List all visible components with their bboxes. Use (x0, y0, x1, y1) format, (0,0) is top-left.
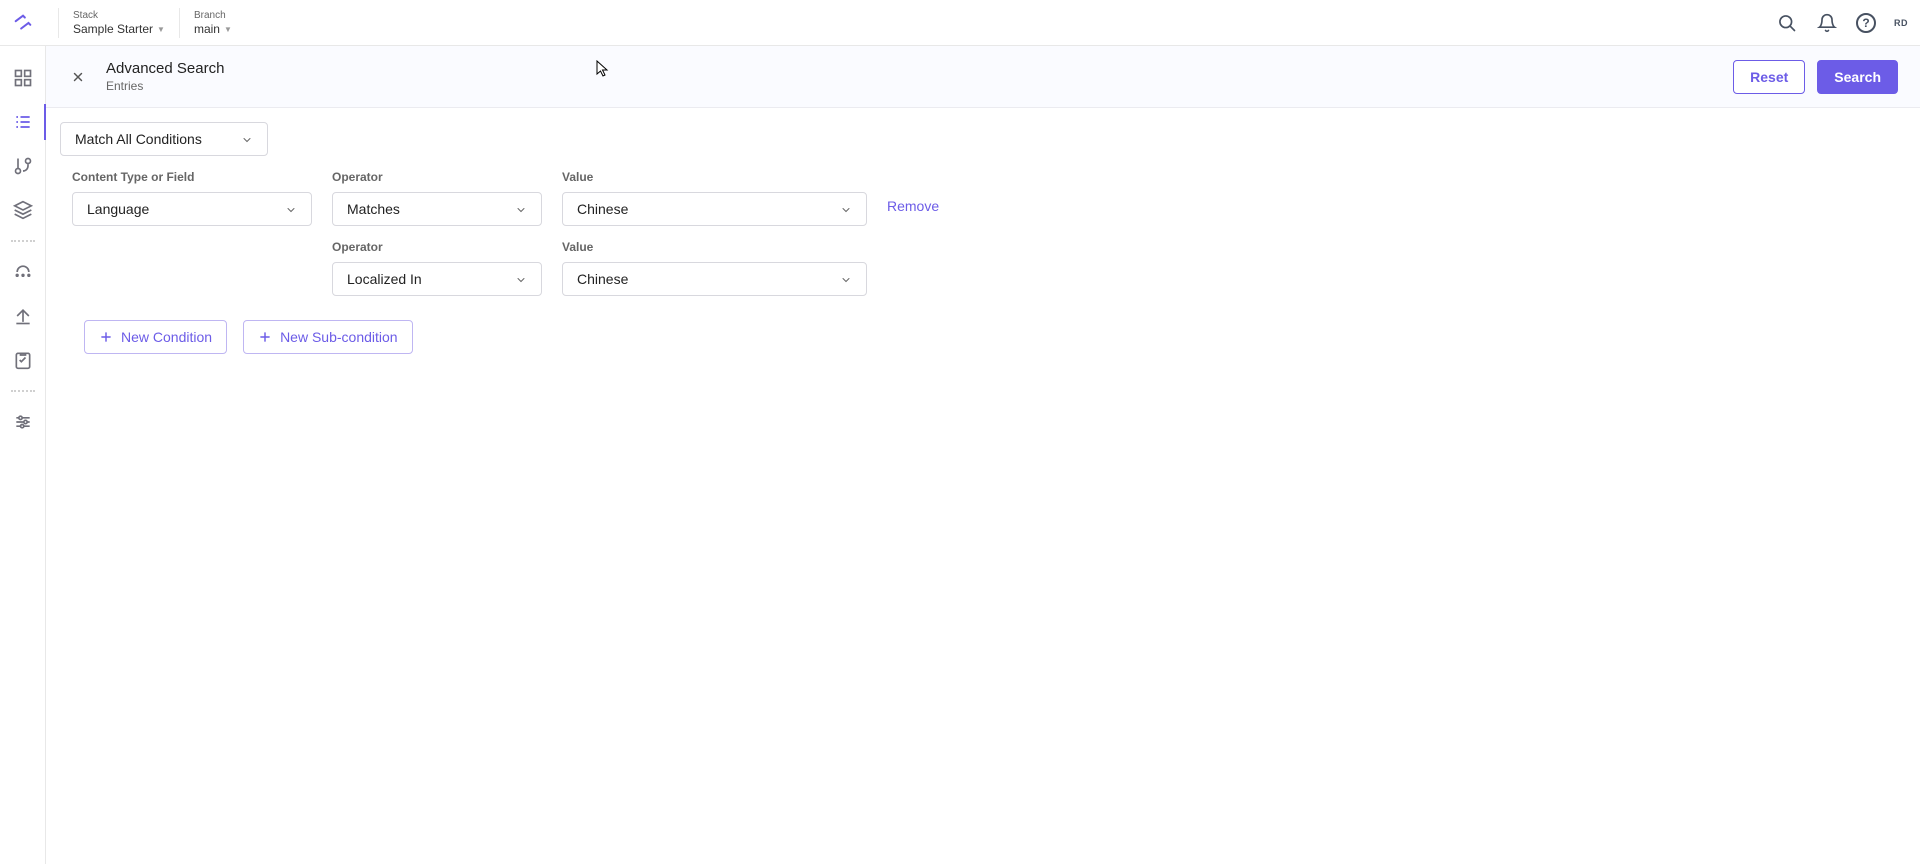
chevron-down-icon (840, 273, 852, 285)
chevron-down-icon (285, 203, 297, 215)
header-actions: ? RD (1776, 12, 1908, 34)
page-subtitle: Entries (106, 79, 224, 93)
publish-queue-icon[interactable] (11, 260, 35, 284)
chevron-down-icon (840, 203, 852, 215)
releases-icon[interactable] (11, 304, 35, 328)
chevron-down-icon (515, 203, 527, 215)
remove-button[interactable]: Remove (887, 198, 939, 214)
page-title: Advanced Search (106, 60, 224, 77)
field-dropdown[interactable]: Language (72, 192, 312, 226)
plus-icon (258, 330, 272, 344)
search-icon[interactable] (1776, 12, 1798, 34)
stack-label: Stack (73, 9, 165, 22)
operator-value: Matches (347, 201, 400, 217)
left-sidebar (0, 46, 46, 864)
new-sub-condition-label: New Sub-condition (280, 329, 398, 345)
entries-icon[interactable] (11, 110, 35, 134)
sidebar-divider (11, 390, 35, 392)
settings-icon[interactable] (11, 410, 35, 434)
operator-label: Operator (332, 170, 542, 184)
close-icon[interactable] (68, 67, 88, 87)
new-condition-button[interactable]: New Condition (84, 320, 227, 354)
notifications-icon[interactable] (1816, 12, 1838, 34)
value-label: Value (562, 240, 867, 254)
value-dropdown[interactable]: Chinese (562, 192, 867, 226)
stack-selector[interactable]: Stack Sample Starter ▼ (58, 8, 179, 38)
content-model-icon[interactable] (11, 154, 35, 178)
help-icon[interactable]: ? (1856, 13, 1876, 33)
plus-icon (99, 330, 113, 344)
condition-row: Operator Localized In Value Chinese (72, 240, 1906, 296)
operator-value: Localized In (347, 271, 422, 287)
caret-down-icon: ▼ (157, 25, 165, 34)
condition-row: Content Type or Field Language Operator … (72, 170, 1906, 226)
assets-icon[interactable] (11, 198, 35, 222)
operator-dropdown[interactable]: Localized In (332, 262, 542, 296)
page-header: Advanced Search Entries Reset Search (46, 46, 1920, 108)
value-label: Value (562, 170, 867, 184)
search-button[interactable]: Search (1817, 60, 1898, 94)
caret-down-icon: ▼ (224, 25, 232, 34)
dashboard-icon[interactable] (11, 66, 35, 90)
new-sub-condition-button[interactable]: New Sub-condition (243, 320, 413, 354)
chevron-down-icon (241, 133, 253, 145)
operator-label: Operator (332, 240, 542, 254)
content-type-label: Content Type or Field (72, 170, 312, 184)
branch-value: main (194, 22, 220, 36)
stack-value: Sample Starter (73, 22, 153, 36)
field-value: Language (87, 201, 149, 217)
new-condition-label: New Condition (121, 329, 212, 345)
tasks-icon[interactable] (11, 348, 35, 372)
sidebar-divider (11, 240, 35, 242)
chevron-down-icon (515, 273, 527, 285)
operator-dropdown[interactable]: Matches (332, 192, 542, 226)
match-conditions-dropdown[interactable]: Match All Conditions (60, 122, 268, 156)
value-dropdown[interactable]: Chinese (562, 262, 867, 296)
reset-button[interactable]: Reset (1733, 60, 1805, 94)
logo-icon (12, 12, 34, 34)
user-avatar[interactable]: RD (1894, 18, 1908, 28)
value-value: Chinese (577, 201, 628, 217)
branch-selector[interactable]: Branch main ▼ (179, 8, 246, 38)
top-header: Stack Sample Starter ▼ Branch main ▼ ? R… (0, 0, 1920, 46)
branch-label: Branch (194, 9, 232, 22)
value-value: Chinese (577, 271, 628, 287)
match-conditions-value: Match All Conditions (75, 131, 202, 147)
